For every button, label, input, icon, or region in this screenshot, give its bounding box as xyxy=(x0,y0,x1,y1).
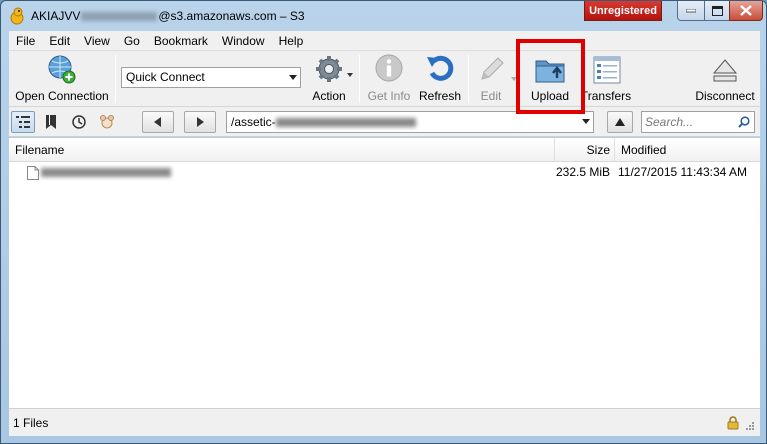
arrow-right-icon xyxy=(197,117,204,127)
list-icon xyxy=(16,116,30,128)
refresh-button[interactable]: Refresh xyxy=(415,53,465,105)
edit-button[interactable]: Edit xyxy=(471,53,511,105)
column-filename[interactable]: Filename xyxy=(9,138,554,162)
get-info-label: Get Info xyxy=(367,89,411,103)
close-button[interactable] xyxy=(729,1,763,21)
menu-bookmark[interactable]: Bookmark xyxy=(147,31,215,51)
action-label: Action xyxy=(312,89,346,103)
search-placeholder: Search... xyxy=(645,115,694,129)
toolbar-separator xyxy=(115,55,116,103)
browser-view-button[interactable] xyxy=(11,111,35,133)
title-suffix: @s3.amazonaws.com – S3 xyxy=(158,9,305,23)
open-connection-button[interactable]: Open Connection xyxy=(13,53,111,105)
chevron-down-icon xyxy=(289,75,297,80)
status-text: 1 Files xyxy=(13,416,49,430)
menu-help[interactable]: Help xyxy=(272,31,311,51)
redacted-filename xyxy=(41,168,171,178)
status-bar: 1 Files xyxy=(9,408,760,436)
toolbar: Open Connection Quick Connect Action Get… xyxy=(9,51,760,107)
menu-go[interactable]: Go xyxy=(117,31,147,51)
close-icon xyxy=(740,5,752,16)
title-bar[interactable]: AKIAJVV @s3.amazonaws.com – S3 Unregister… xyxy=(1,1,766,31)
redacted-path xyxy=(275,118,416,128)
menu-bar: File Edit View Go Bookmark Window Help xyxy=(9,31,760,51)
gear-icon xyxy=(312,53,346,87)
search-icon xyxy=(738,116,750,128)
menu-view[interactable]: View xyxy=(77,31,117,51)
toolbar-separator xyxy=(468,55,469,103)
search-input[interactable]: Search... xyxy=(641,111,755,133)
menu-window[interactable]: Window xyxy=(215,31,272,51)
column-size[interactable]: Size xyxy=(554,138,614,162)
toolbar-separator xyxy=(359,55,360,103)
size-cell: 232.5 MiB xyxy=(555,165,610,179)
maximize-button[interactable] xyxy=(704,1,730,21)
redacted-text xyxy=(81,12,158,22)
path-text: /assetic- xyxy=(231,115,276,129)
column-modified[interactable]: Modified xyxy=(614,138,760,162)
refresh-label: Refresh xyxy=(418,89,462,103)
pencil-icon xyxy=(474,53,508,87)
clock-icon xyxy=(72,115,86,129)
minimize-button[interactable] xyxy=(677,1,705,21)
maximize-icon xyxy=(711,5,723,16)
window-title: AKIAJVV @s3.amazonaws.com – S3 xyxy=(31,9,305,23)
eject-icon xyxy=(708,53,742,87)
quick-connect-select[interactable]: Quick Connect xyxy=(121,67,301,88)
bonjour-icon xyxy=(100,115,114,129)
open-connection-label: Open Connection xyxy=(15,89,109,103)
globe-add-icon xyxy=(45,53,79,87)
path-bar: /assetic- Search... xyxy=(9,107,760,137)
action-button[interactable]: Action xyxy=(303,53,355,105)
forward-button[interactable] xyxy=(184,111,216,133)
action-dropdown-icon[interactable] xyxy=(347,73,353,77)
get-info-button[interactable]: Get Info xyxy=(363,53,415,105)
table-row[interactable]: 232.5 MiB 11/27/2015 11:43:34 AM xyxy=(9,162,760,182)
arrow-up-icon xyxy=(615,118,625,126)
upload-highlight xyxy=(516,39,585,114)
app-window: AKIAJVV @s3.amazonaws.com – S3 Unregister… xyxy=(0,0,767,444)
title-prefix: AKIAJVV xyxy=(31,9,81,23)
history-view-button[interactable] xyxy=(67,111,91,133)
parent-directory-button[interactable] xyxy=(607,111,633,133)
duck-icon xyxy=(9,7,25,25)
menu-file[interactable]: File xyxy=(9,31,42,51)
modified-cell: 11/27/2015 11:43:34 AM xyxy=(618,165,747,179)
info-icon xyxy=(372,53,406,87)
lock-icon[interactable] xyxy=(727,416,739,430)
menu-edit[interactable]: Edit xyxy=(42,31,77,51)
bookmarks-view-button[interactable] xyxy=(39,111,63,133)
back-button[interactable] xyxy=(142,111,174,133)
file-browser[interactable]: Filename Size Modified 232.5 MiB 11/27/2… xyxy=(9,138,760,408)
column-header: Filename Size Modified xyxy=(9,138,760,162)
disconnect-button[interactable]: Disconnect xyxy=(691,53,759,105)
bonjour-view-button[interactable] xyxy=(95,111,119,133)
transfers-button[interactable]: Transfers xyxy=(577,53,635,105)
path-select[interactable]: /assetic- xyxy=(226,111,594,133)
arrow-left-icon xyxy=(154,117,161,127)
edit-label: Edit xyxy=(480,89,502,103)
minimize-icon xyxy=(686,8,696,12)
unregistered-badge[interactable]: Unregistered xyxy=(584,1,662,21)
bookmark-icon xyxy=(46,115,56,129)
disconnect-label: Disconnect xyxy=(695,89,755,103)
chevron-down-icon xyxy=(582,119,590,124)
resize-grip-icon[interactable] xyxy=(745,421,755,431)
filename-cell xyxy=(27,162,427,182)
file-icon xyxy=(27,165,39,180)
quick-connect-label: Quick Connect xyxy=(126,70,205,84)
transfers-label: Transfers xyxy=(580,89,632,103)
transfers-icon xyxy=(589,53,623,87)
refresh-icon xyxy=(423,53,457,87)
